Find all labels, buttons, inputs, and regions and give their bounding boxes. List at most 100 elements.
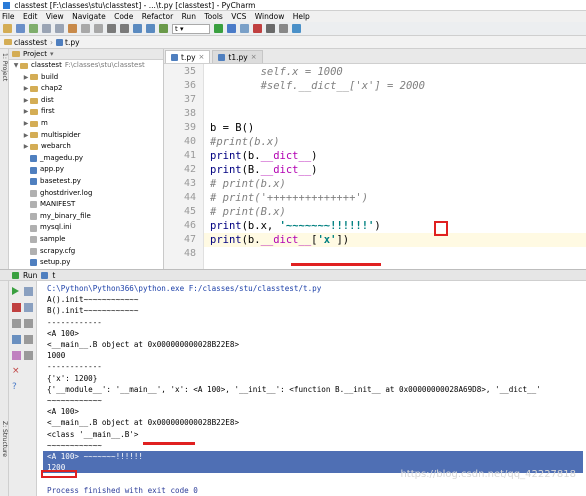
menu-run[interactable]: Run xyxy=(182,12,196,21)
print-icon[interactable] xyxy=(24,335,33,344)
settings-icon[interactable] xyxy=(279,24,288,33)
line-number: 47 xyxy=(183,234,196,245)
trash-icon[interactable] xyxy=(24,351,33,360)
code-area[interactable]: 35 self.x = 1000 36 #self.__dict__['x'] =… xyxy=(184,64,586,269)
code-line[interactable]: 38 xyxy=(184,107,586,121)
run-config-select[interactable]: t ▾ xyxy=(172,23,210,34)
chevron-down-icon[interactable]: ▼ xyxy=(12,60,20,72)
project-tool-button[interactable]: 1: Project xyxy=(1,53,8,81)
close-icon[interactable]: × xyxy=(12,367,21,376)
menu-vcs[interactable]: VCS xyxy=(231,12,246,21)
breadcrumb-project[interactable]: classtest xyxy=(4,38,47,47)
save-icon[interactable] xyxy=(16,24,25,33)
redo-icon[interactable] xyxy=(55,24,64,33)
stop-icon[interactable] xyxy=(253,24,262,33)
forward-icon[interactable] xyxy=(146,24,155,33)
tree-folder-item[interactable]: ▶ chap2 xyxy=(9,83,163,95)
close-icon[interactable]: × xyxy=(251,53,257,61)
tab-t1-py[interactable]: t1.py × xyxy=(212,50,263,63)
close-icon[interactable]: × xyxy=(199,53,205,61)
vcs-icon[interactable] xyxy=(266,24,275,33)
run-icon xyxy=(12,271,19,279)
replace-icon[interactable] xyxy=(120,24,129,33)
menu-edit[interactable]: Edit xyxy=(23,12,38,21)
help-icon[interactable]: ? xyxy=(12,383,21,392)
tree-file-item[interactable]: app.py xyxy=(9,164,163,176)
menu-file[interactable]: File xyxy=(2,12,15,21)
tree-folder-item[interactable]: ▶ multispider xyxy=(9,130,163,142)
code-line[interactable]: 44 # print('++++++++++++++') xyxy=(184,191,586,205)
sync-icon[interactable] xyxy=(29,24,38,33)
menu-refactor[interactable]: Refactor xyxy=(142,12,173,21)
code-line[interactable]: 41 print(b.__dict__) xyxy=(184,149,586,163)
help-icon[interactable] xyxy=(292,24,301,33)
tree-folder-item[interactable]: ▶ dist xyxy=(9,95,163,107)
copy-icon[interactable] xyxy=(81,24,90,33)
code-line[interactable]: 36 #self.__dict__['x'] = 2000 xyxy=(184,79,586,93)
tree-file-item[interactable]: setup.py xyxy=(9,257,163,269)
chevron-right-icon[interactable]: ▶ xyxy=(22,130,30,142)
tree-file-item[interactable]: sample xyxy=(9,234,163,246)
tree-file-item[interactable]: MANIFEST xyxy=(9,199,163,211)
menu-help[interactable]: Help xyxy=(293,12,310,21)
stop-icon[interactable] xyxy=(12,303,21,312)
build-icon[interactable] xyxy=(159,24,168,33)
code-line[interactable]: 42 print(B.__dict__) xyxy=(184,163,586,177)
project-panel-header: Project ▾ xyxy=(9,49,163,60)
code-line[interactable]: 46 print(b.x, '~~~~~~~!!!!!!') xyxy=(184,219,586,233)
menu-view[interactable]: View xyxy=(46,12,64,21)
rerun-icon[interactable] xyxy=(12,287,19,295)
tree-file-item[interactable]: basetest.py xyxy=(9,176,163,188)
code-line[interactable]: 37 xyxy=(184,93,586,107)
chevron-right-icon[interactable]: ▶ xyxy=(22,72,30,84)
line-number: 44 xyxy=(183,192,196,203)
tree-file-item[interactable]: mysql.ini xyxy=(9,222,163,234)
run-icon[interactable] xyxy=(214,24,223,33)
tab-t-py[interactable]: t.py × xyxy=(165,50,211,63)
tree-root[interactable]: ▼ classtest F:\classes\stu\classtest xyxy=(9,60,163,72)
pause-icon[interactable] xyxy=(12,319,21,328)
back-icon[interactable] xyxy=(133,24,142,33)
structure-tool-button[interactable]: Z: Structure xyxy=(1,421,8,457)
tree-folder-item[interactable]: ▶ build xyxy=(9,72,163,84)
soft-wrap-icon[interactable] xyxy=(24,319,33,328)
menu-code[interactable]: Code xyxy=(114,12,133,21)
code-line[interactable]: 48 xyxy=(184,247,586,261)
tree-file-item[interactable]: ghostdriver.log xyxy=(9,188,163,200)
run-console[interactable]: C:\Python\Python366\python.exe F:/classe… xyxy=(37,281,586,496)
code-line[interactable]: 45 # print(B.x) xyxy=(184,205,586,219)
chevron-right-icon[interactable]: ▶ xyxy=(22,83,30,95)
code-line[interactable]: 47 print(b.__dict__['x']) xyxy=(184,233,586,247)
undo-icon[interactable] xyxy=(42,24,51,33)
open-folder-icon[interactable] xyxy=(3,24,12,33)
menu-navigate[interactable]: Navigate xyxy=(72,12,106,21)
chevron-right-icon[interactable]: ▶ xyxy=(22,95,30,107)
scroll-down-icon[interactable] xyxy=(24,303,33,312)
tree-file-item[interactable]: my_binary_file xyxy=(9,211,163,223)
code-line[interactable]: 43 # print(b.x) xyxy=(184,177,586,191)
breadcrumb-file[interactable]: t.py xyxy=(56,38,80,47)
tree-folder-item[interactable]: ▶ first xyxy=(9,106,163,118)
menu-tools[interactable]: Tools xyxy=(204,12,222,21)
find-icon[interactable] xyxy=(107,24,116,33)
folder-icon xyxy=(30,120,38,127)
cut-icon[interactable] xyxy=(68,24,77,33)
chevron-down-icon[interactable]: ▾ xyxy=(50,49,54,60)
chevron-right-icon[interactable]: ▶ xyxy=(22,106,30,118)
chevron-right-icon[interactable]: ▶ xyxy=(22,118,30,130)
pin-icon[interactable] xyxy=(12,351,21,360)
tree-folder-item[interactable]: ▶ m xyxy=(9,118,163,130)
paste-icon[interactable] xyxy=(94,24,103,33)
chevron-right-icon[interactable]: ▶ xyxy=(22,141,30,153)
code-line[interactable]: 39 b = B() xyxy=(184,121,586,135)
scroll-up-icon[interactable] xyxy=(24,287,33,296)
tree-file-item[interactable]: _magedu.py xyxy=(9,153,163,165)
tree-folder-item[interactable]: ▶ webarch xyxy=(9,141,163,153)
tree-file-item[interactable]: scrapy.cfg xyxy=(9,246,163,258)
code-line[interactable]: 40 #print(b.x) xyxy=(184,135,586,149)
coverage-icon[interactable] xyxy=(240,24,249,33)
menu-window[interactable]: Window xyxy=(255,12,285,21)
dump-threads-icon[interactable] xyxy=(12,335,21,344)
debug-icon[interactable] xyxy=(227,24,236,33)
code-line[interactable]: 35 self.x = 1000 xyxy=(184,65,586,79)
